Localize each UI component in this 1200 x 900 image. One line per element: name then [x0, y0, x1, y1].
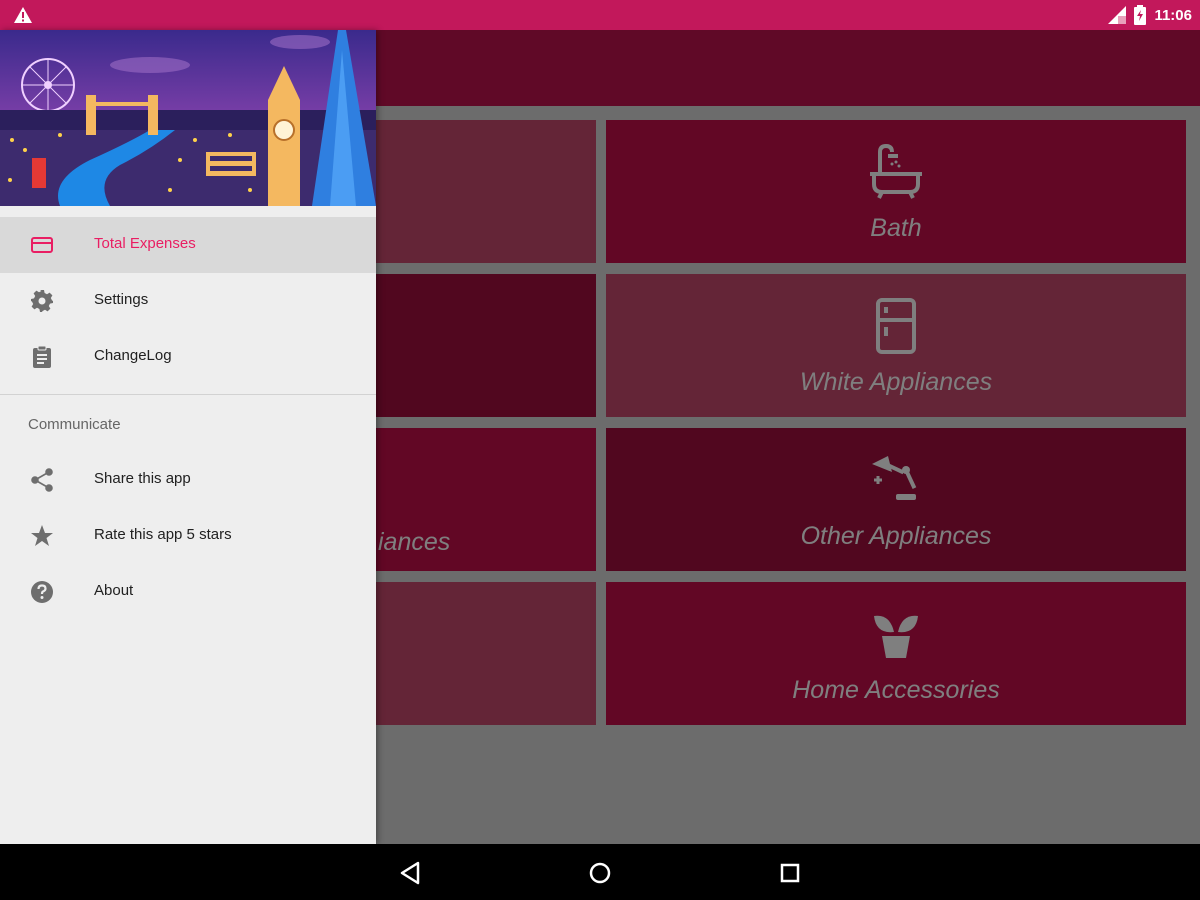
drawer-item-changelog[interactable]: ChangeLog [0, 329, 376, 385]
drawer-divider [0, 394, 376, 395]
credit-card-icon [31, 237, 53, 253]
warning-icon [14, 7, 32, 23]
drawer-item-rate[interactable]: Rate this app 5 stars [0, 508, 376, 564]
share-icon [31, 468, 53, 492]
drawer-item-label: Share this app [94, 470, 191, 487]
london-skyline-illustration [0, 30, 376, 206]
drawer-item-label: About [94, 582, 134, 599]
drawer-item-label: Rate this app 5 stars [94, 526, 232, 543]
clipboard-icon [33, 345, 51, 368]
drawer-item-label: Settings [94, 291, 149, 308]
drawer-item-total-expenses[interactable]: Total Expenses [0, 217, 376, 273]
star-icon [31, 525, 53, 546]
system-nav-bar [0, 844, 1200, 900]
drawer-header-image [0, 30, 376, 206]
clock: 11:06 [1154, 6, 1192, 24]
drawer-item-share[interactable]: Share this app [0, 452, 376, 508]
drawer-item-label: ChangeLog [94, 347, 172, 364]
drawer-item-settings[interactable]: Settings [0, 273, 376, 329]
back-icon[interactable] [398, 860, 424, 886]
drawer-item-about[interactable]: About [0, 564, 376, 620]
gear-icon [31, 290, 53, 312]
battery-icon [1134, 5, 1147, 25]
status-bar: 11:06 [0, 0, 1200, 30]
home-icon[interactable] [587, 860, 613, 886]
help-icon [31, 581, 53, 603]
signal-icon [1108, 6, 1127, 24]
recents-icon[interactable] [777, 860, 803, 886]
navigation-drawer: Total Expenses Settings ChangeLog Commun… [0, 30, 376, 844]
section-header-communicate: Communicate [28, 416, 121, 433]
drawer-item-label: Total Expenses [94, 235, 196, 252]
